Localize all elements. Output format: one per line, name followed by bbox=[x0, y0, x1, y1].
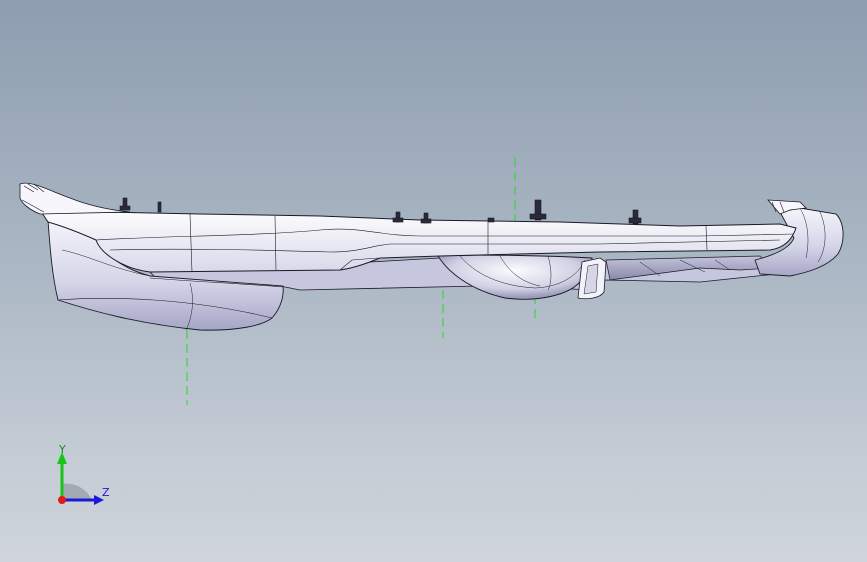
bumper-model[interactable] bbox=[0, 0, 867, 562]
graphics-viewport[interactable]: Y Z bbox=[0, 0, 867, 562]
left-lip bbox=[19, 182, 131, 215]
orientation-triad[interactable]: Y Z bbox=[48, 438, 118, 508]
triad-base-wedge bbox=[62, 483, 92, 500]
center-bowl bbox=[437, 254, 593, 300]
triad-y-label: Y bbox=[59, 443, 66, 456]
triad-x-dot bbox=[58, 496, 66, 504]
triad-z-label: Z bbox=[102, 486, 110, 499]
